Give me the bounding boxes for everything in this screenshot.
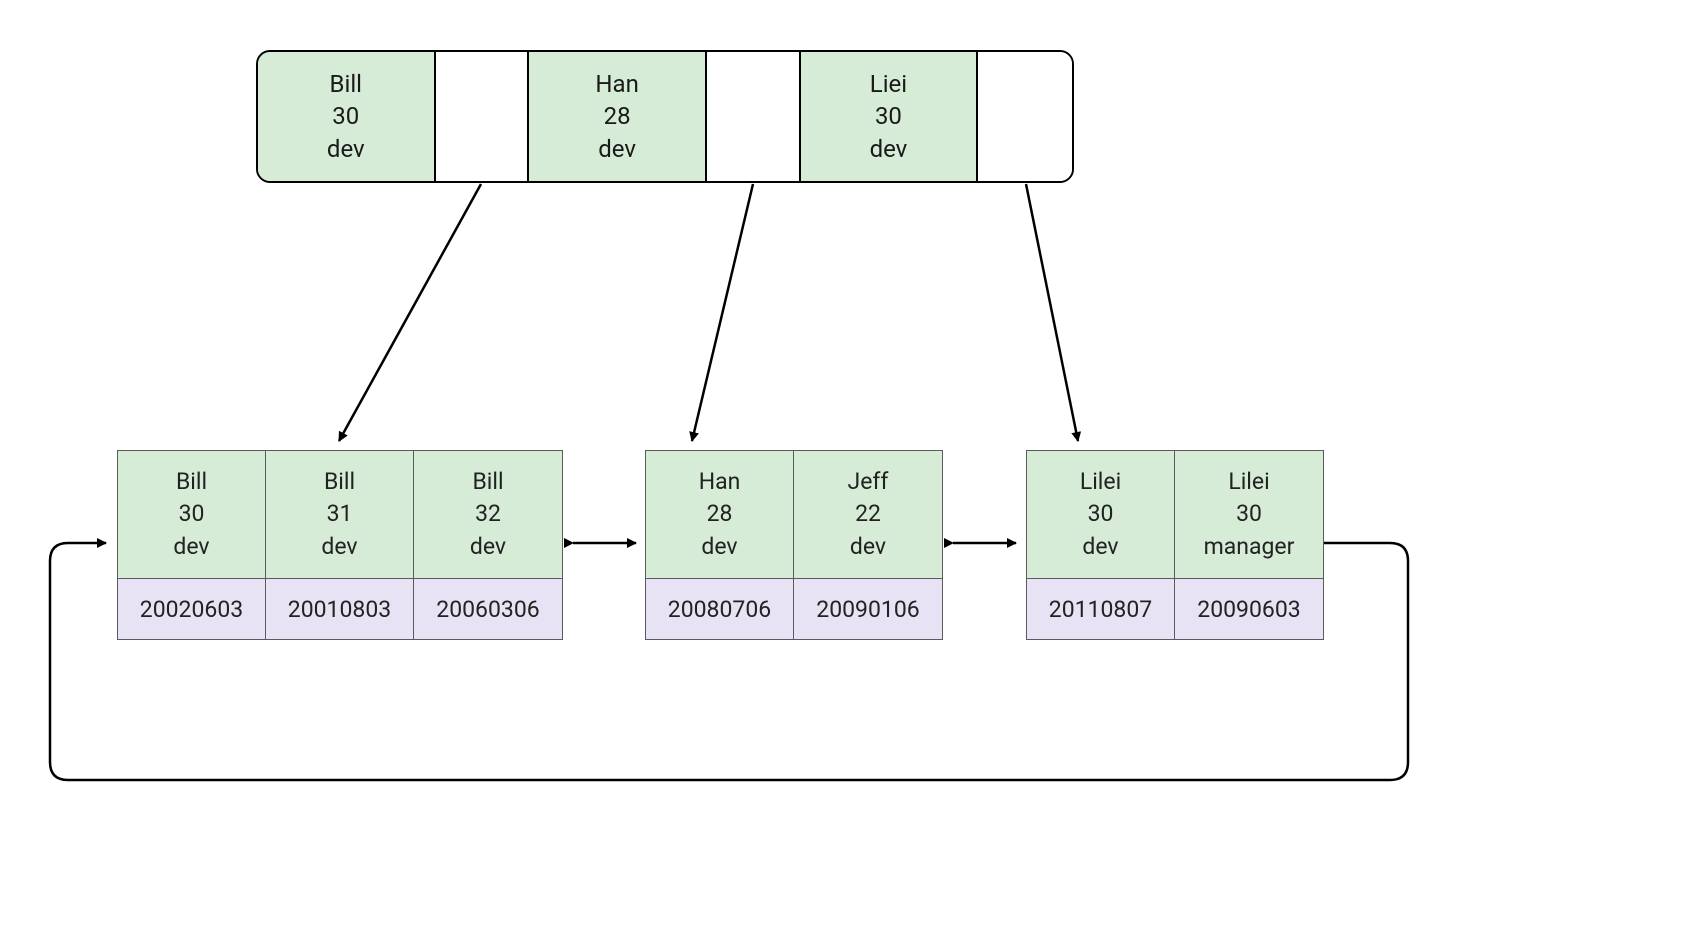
leaf-key: Lilei 30 manager [1175, 451, 1323, 579]
leaf-node-0: Bill 30 dev 20020603 Bill 31 dev 2001080… [117, 450, 563, 640]
key-role: dev [470, 531, 506, 563]
key-name: Lilei [1228, 466, 1269, 498]
key-age: 30 [179, 498, 205, 530]
internal-key-0: Bill 30 dev [258, 52, 436, 181]
key-name: Bill [472, 466, 503, 498]
leaf-entry: Jeff 22 dev 20090106 [794, 451, 942, 639]
key-age: 32 [475, 498, 501, 530]
leaf-value: 20010803 [266, 579, 413, 639]
leaf-value: 20060306 [414, 579, 562, 639]
leaf-value: 20110807 [1027, 579, 1174, 639]
leaf-entry: Lilei 30 dev 20110807 [1027, 451, 1175, 639]
internal-pointer-1 [707, 52, 801, 181]
key-role: dev [173, 531, 209, 563]
key-age: 31 [327, 498, 353, 530]
leaf-key: Han 28 dev [646, 451, 793, 579]
internal-key-2: Liei 30 dev [801, 52, 979, 181]
leaf-entry: Lilei 30 manager 20090603 [1175, 451, 1323, 639]
leaf-entry: Han 28 dev 20080706 [646, 451, 794, 639]
key-role: dev [701, 531, 737, 563]
key-role: dev [321, 531, 357, 563]
leaf-entry: Bill 31 dev 20010803 [266, 451, 414, 639]
key-age: 30 [1236, 498, 1262, 530]
key-name: Bill [176, 466, 207, 498]
key-age: 30 [1088, 498, 1114, 530]
internal-node: Bill 30 dev Han 28 dev Liei 30 dev [256, 50, 1074, 183]
leaf-value: 20020603 [118, 579, 265, 639]
leaf-key: Bill 32 dev [414, 451, 562, 579]
leaf-key: Bill 30 dev [118, 451, 265, 579]
key-age: 28 [604, 100, 631, 132]
btree-diagram: Bill 30 dev Han 28 dev Liei 30 dev Bill … [0, 0, 1686, 950]
leaf-key: Jeff 22 dev [794, 451, 942, 579]
leaf-entry: Bill 32 dev 20060306 [414, 451, 562, 639]
internal-key-1: Han 28 dev [529, 52, 707, 181]
key-role: dev [327, 133, 365, 165]
key-role: dev [850, 531, 886, 563]
key-role: dev [598, 133, 636, 165]
key-name: Lilei [1080, 466, 1121, 498]
leaf-node-2: Lilei 30 dev 20110807 Lilei 30 manager 2… [1026, 450, 1324, 640]
leaf-key: Lilei 30 dev [1027, 451, 1174, 579]
key-age: 30 [875, 100, 902, 132]
key-age: 28 [707, 498, 733, 530]
leaf-entry: Bill 30 dev 20020603 [118, 451, 266, 639]
leaf-key: Bill 31 dev [266, 451, 413, 579]
leaf-value: 20090106 [794, 579, 942, 639]
key-name: Liei [870, 68, 907, 100]
key-name: Han [699, 466, 741, 498]
key-role: dev [1082, 531, 1118, 563]
key-role: manager [1204, 531, 1295, 563]
key-age: 22 [855, 498, 881, 530]
leaf-value: 20090603 [1175, 579, 1323, 639]
key-age: 30 [332, 100, 359, 132]
internal-pointer-0 [436, 52, 530, 181]
key-name: Bill [330, 68, 362, 100]
key-name: Han [595, 68, 638, 100]
leaf-value: 20080706 [646, 579, 793, 639]
key-name: Bill [324, 466, 355, 498]
key-name: Jeff [848, 466, 889, 498]
leaf-node-1: Han 28 dev 20080706 Jeff 22 dev 20090106 [645, 450, 943, 640]
internal-pointer-2 [978, 52, 1072, 181]
key-role: dev [870, 133, 908, 165]
